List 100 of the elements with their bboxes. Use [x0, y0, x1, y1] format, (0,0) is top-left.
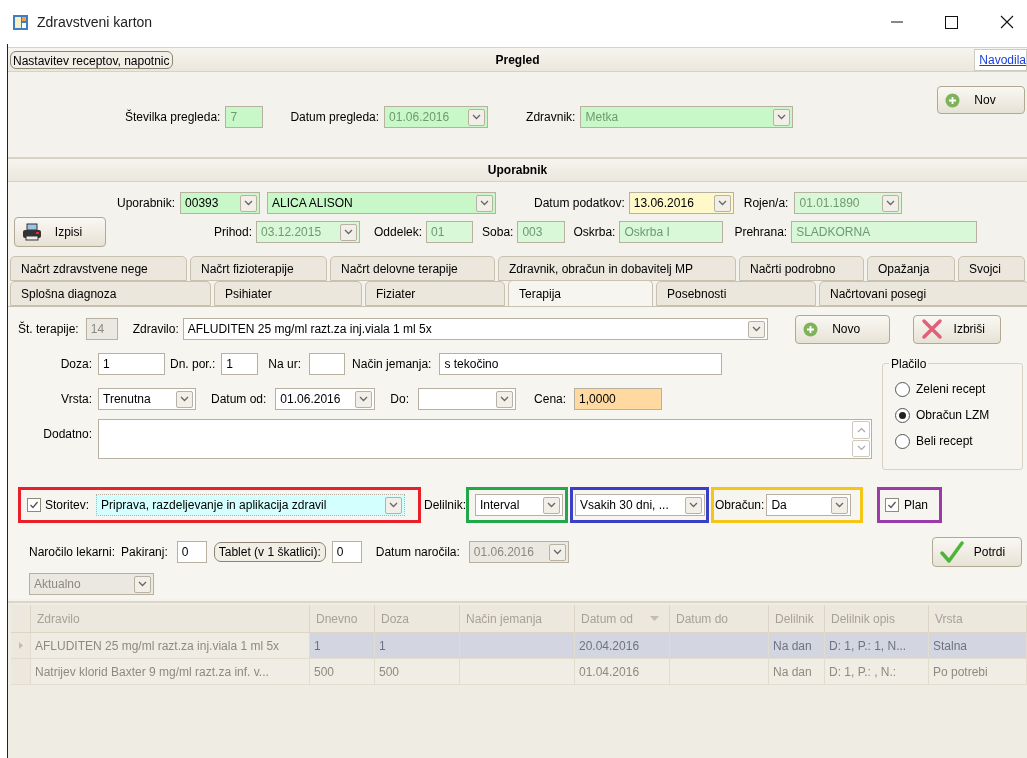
field-label: Cena: [534, 391, 567, 408]
dropdown[interactable]: 13.06.2016 [628, 192, 734, 214]
caret-icon [355, 390, 373, 408]
window-icon [12, 13, 29, 31]
radio-button[interactable] [895, 407, 910, 423]
caret-icon [134, 575, 151, 593]
input-field[interactable]: 1 [221, 353, 259, 375]
tablets-button[interactable]: Tablet (v 1 škatlici): [213, 542, 326, 562]
table-cell: Po potrebi [929, 659, 1027, 685]
field-label: Uporabnik: [117, 195, 176, 212]
window-title: Zdravstveni karton [37, 12, 153, 32]
tab[interactable]: Načrt delovne terapije [330, 256, 495, 281]
field-label: Način jemanja: [352, 356, 432, 373]
table-cell: Stalna [929, 633, 1027, 659]
dropdown[interactable]: Interval [475, 494, 563, 516]
text-area[interactable] [98, 419, 872, 459]
scroll-up-button[interactable] [852, 421, 870, 439]
input-field[interactable]: 0 [331, 541, 362, 563]
field-label: Št. terapije: [18, 320, 79, 338]
dropdown[interactable] [418, 388, 517, 410]
field-label: Številka pregleda: [125, 108, 221, 126]
table-cell: Natrijev klorid Baxter 9 mg/ml razt.za inf. v... [31, 659, 310, 685]
caret-icon [385, 496, 402, 514]
tab[interactable]: Posebnosti [656, 281, 816, 306]
plus-icon [945, 92, 960, 108]
field-label: Zdravilo: [132, 321, 179, 338]
field-label: Obračun: [715, 497, 765, 514]
table-cell: D: 1, P.: , N.: [825, 659, 929, 685]
confirm-button[interactable]: Potrdi [932, 537, 1022, 567]
printer-icon [22, 223, 42, 241]
caret-icon [882, 194, 900, 212]
table-cell: 500 [375, 659, 460, 685]
table-cell: Na dan [769, 659, 825, 685]
input-field[interactable]: s tekočino [439, 353, 723, 375]
checkbox[interactable] [27, 498, 41, 512]
scroll-down-button[interactable] [852, 439, 870, 457]
tab[interactable]: Terapija [508, 280, 653, 306]
input-field[interactable]: 1,0000 [574, 388, 663, 410]
close-icon[interactable] [1000, 15, 1014, 29]
caret-icon [496, 390, 514, 408]
caret-icon [468, 108, 486, 126]
caret-icon [543, 496, 560, 514]
tab[interactable]: Splošna diagnoza [10, 281, 211, 306]
tab[interactable]: Psihiater [214, 281, 362, 306]
cross-icon [920, 318, 943, 340]
input-field[interactable]: 1 [98, 353, 165, 375]
dropdown[interactable]: Trenutna [98, 388, 196, 410]
caret-icon [773, 108, 791, 126]
tab[interactable]: Svojci [958, 256, 1025, 281]
dropdown[interactable]: Da [766, 494, 852, 516]
print-button[interactable]: Izpisi [14, 217, 106, 247]
field-label: Naročilo lekarni: [29, 544, 116, 561]
header-cell [11, 605, 31, 633]
tab[interactable]: Načrt zdravstvene nege [10, 256, 187, 281]
radio-button[interactable] [895, 433, 910, 449]
new-button[interactable]: Nov [937, 86, 1025, 114]
checkbox[interactable] [885, 498, 899, 512]
dropdown[interactable]: 00393 [180, 192, 261, 214]
checkmark-icon [940, 541, 964, 563]
field-label: Zdravnik: [526, 109, 576, 126]
caret-icon [340, 223, 358, 241]
input-field[interactable] [309, 353, 346, 375]
tab[interactable]: Zdravnik, obračun in dobavitelj MP [498, 256, 736, 281]
table-cell: 01.04.2016 [575, 659, 670, 685]
dropdown[interactable]: ALICA ALISON [267, 192, 497, 214]
dropdown[interactable]: 01.06.2016 [275, 388, 376, 410]
dropdown[interactable]: Vsakih 30 dni, ... [575, 494, 705, 516]
field-label: Prihod: [214, 224, 253, 241]
field-label: Storitev: [45, 497, 89, 514]
new-button[interactable]: Novo [794, 314, 890, 344]
tab[interactable]: Načrtovani posegi [819, 281, 1027, 306]
input-field[interactable]: 0 [176, 541, 207, 563]
radio-button[interactable] [895, 381, 910, 397]
dropdown[interactable]: Priprava, razdeljevanje in aplikacija zdravil [96, 494, 405, 516]
maximize-icon[interactable] [945, 15, 958, 29]
caret-icon [685, 496, 702, 514]
chevron-down-icon [856, 445, 866, 452]
caret-icon [476, 194, 494, 212]
tab[interactable]: Načrti podrobno [739, 256, 864, 281]
tab[interactable]: Opažanja [867, 256, 955, 281]
field-label: Do: [390, 391, 410, 408]
field-label: Zeleni recept [916, 381, 986, 398]
caret-icon [831, 496, 849, 514]
tab[interactable]: Načrt fizioterapije [190, 256, 327, 281]
plus-icon [802, 321, 818, 337]
field-label: Delilnik: [424, 497, 466, 514]
field-label: Soba: [482, 224, 514, 241]
field-label: Na ur: [268, 356, 302, 373]
field-label: Datum podatkov: [534, 195, 625, 212]
field-label: Beli recept [916, 433, 973, 450]
caret-icon [747, 320, 765, 338]
table-cell: Na dan [769, 633, 825, 659]
table-cell: 1 [310, 633, 375, 659]
field-label: Dn. por.: [170, 356, 216, 373]
delete-button[interactable]: Izbriši [912, 314, 1001, 344]
dropdown[interactable]: AFLUDITEN 25 mg/ml razt.za inj.viala 1 ml 5x [182, 318, 768, 340]
settings-button[interactable]: Nastavitev receptov, napotnic [10, 50, 173, 69]
field-label: Prehrana: [734, 224, 788, 241]
chevron-up-icon [856, 426, 866, 433]
tab[interactable]: Fiziater [365, 281, 505, 306]
